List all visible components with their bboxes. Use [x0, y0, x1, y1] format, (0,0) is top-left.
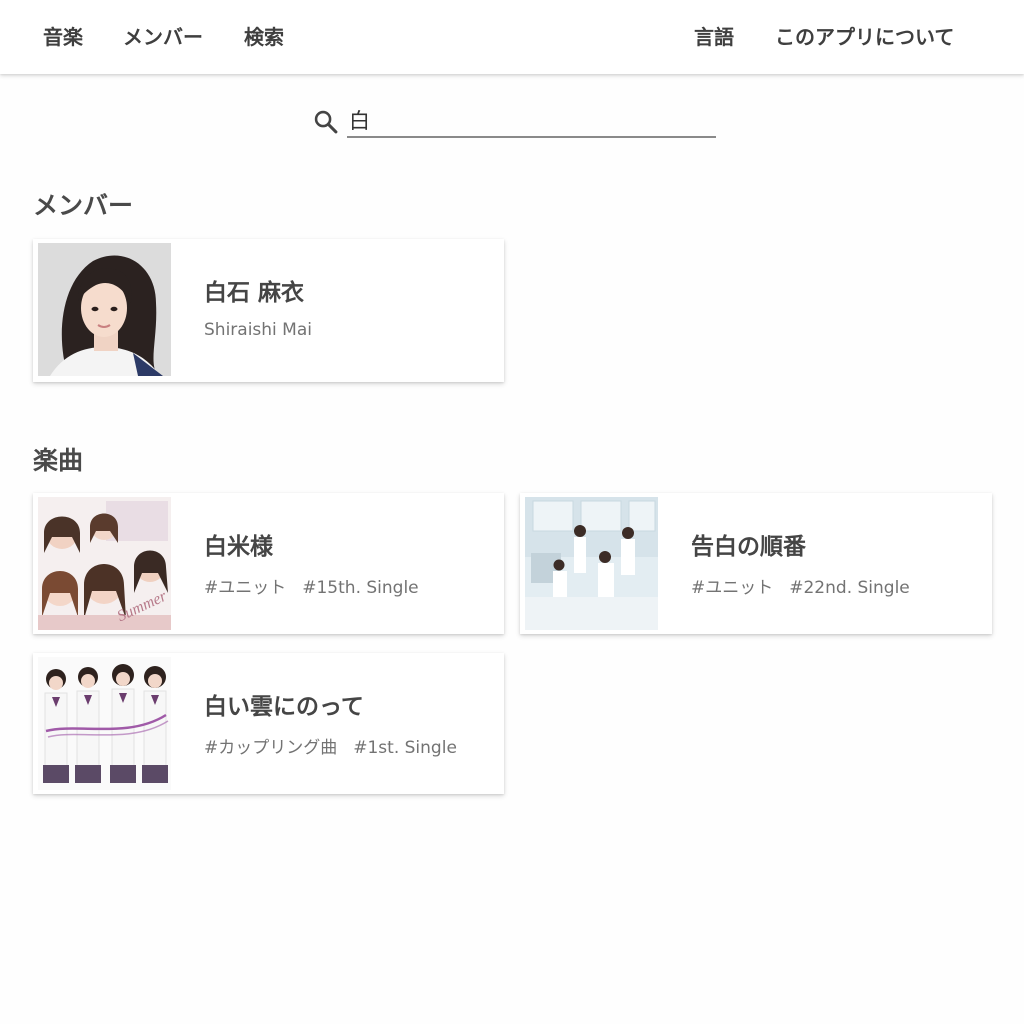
nav-language[interactable]: 言語	[694, 0, 734, 74]
song-title: 白い雲にのって	[204, 694, 364, 720]
section-title-songs: 楽曲	[33, 446, 84, 475]
section-title-members: メンバー	[33, 191, 134, 220]
song-tags: #カップリング曲 #1st. Single	[204, 733, 473, 758]
song-card[interactable]: 告白の順番 #ユニット #22nd. Single	[520, 493, 992, 634]
song-tags: #ユニット #15th. Single	[204, 573, 435, 598]
song-card[interactable]: 白い雲にのって #カップリング曲 #1st. Single	[33, 653, 504, 794]
song-title: 告白の順番	[691, 534, 806, 560]
nav-search[interactable]: 検索	[244, 0, 284, 74]
nav-members[interactable]: メンバー	[123, 0, 203, 74]
song-tag[interactable]: #1st. Single	[353, 738, 457, 758]
song-tag[interactable]: #22nd. Single	[789, 578, 910, 598]
search-icon	[314, 110, 338, 134]
member-card[interactable]: 白石 麻衣 Shiraishi Mai	[33, 239, 504, 382]
song-tag[interactable]: #カップリング曲	[204, 738, 337, 758]
song-title: 白米様	[204, 534, 273, 560]
nav-about[interactable]: このアプリについて	[775, 0, 954, 74]
song-jacket-image	[38, 657, 171, 790]
song-jacket-image	[525, 497, 658, 630]
song-tags: #ユニット #22nd. Single	[691, 573, 926, 598]
app-bar: 音楽 メンバー 検索 言語 このアプリについて	[0, 0, 1024, 74]
song-card[interactable]: Summer 白米様 #ユニット #15th. Single	[33, 493, 504, 634]
search-input[interactable]	[347, 104, 716, 138]
song-tag[interactable]: #ユニット	[691, 578, 773, 598]
song-tag[interactable]: #15th. Single	[302, 578, 418, 598]
song-tag[interactable]: #ユニット	[204, 578, 286, 598]
nav-music[interactable]: 音楽	[43, 0, 83, 74]
member-romaji: Shiraishi Mai	[204, 320, 312, 340]
member-photo	[38, 243, 171, 376]
song-jacket-image: Summer	[38, 497, 171, 630]
member-name: 白石 麻衣	[204, 280, 305, 306]
search-bar	[312, 104, 716, 140]
